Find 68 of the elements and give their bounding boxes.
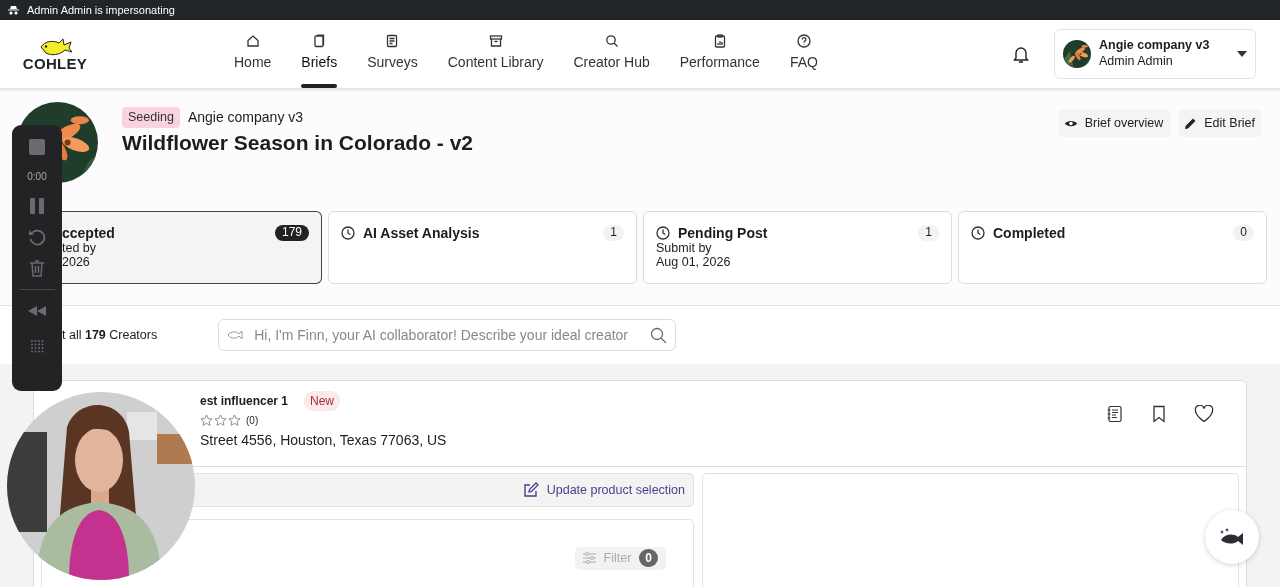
star-icon [214, 414, 227, 427]
edit-icon [522, 482, 539, 498]
stage-detail: ted by [62, 241, 97, 256]
fish-icon [1219, 527, 1245, 548]
stage-title: Pending Post [678, 225, 768, 242]
nav-tab[interactable]: Content Library [447, 20, 544, 88]
new-tag: New [304, 391, 341, 411]
fish-icon [227, 330, 245, 340]
stage-card[interactable]: ccepted 179 ted by 2026 [62, 211, 322, 284]
pencil-icon [1185, 117, 1197, 129]
search-icon [604, 34, 619, 48]
recording-time: 0:00 [27, 170, 47, 184]
nav-tab[interactable]: Briefs [301, 20, 338, 88]
notification-bell-icon[interactable] [1012, 44, 1030, 64]
stage-detail: Aug 01, 2026 [656, 255, 731, 270]
account-menu[interactable]: Angie company v3 Admin Admin [1054, 29, 1256, 79]
restart-icon[interactable] [28, 228, 46, 246]
edit-button[interactable]: Edit Brief [1178, 110, 1262, 137]
stage-card[interactable]: Pending Post 1 Submit by Aug 01, 2026 [643, 211, 952, 284]
nav-tab[interactable]: Performance [679, 20, 760, 88]
caret-icon [1237, 51, 1247, 57]
company-name: Angie company v3 [187, 108, 304, 127]
count-badge: 179 [274, 225, 309, 241]
count-badge: 1 [918, 225, 939, 241]
nav-tab[interactable]: Surveys [367, 20, 418, 88]
nav-tab[interactable]: Home [234, 20, 272, 88]
stage-detail: Submit by [656, 241, 712, 256]
heart-icon[interactable] [1194, 405, 1214, 423]
status-tag: Seeding [122, 107, 180, 128]
stage-card[interactable]: AI Asset Analysis 1 [328, 211, 637, 284]
archive-icon [488, 34, 503, 48]
stage-title: Completed [993, 225, 1066, 242]
clipboard-chart-icon [712, 34, 727, 48]
dots-grid-icon[interactable] [29, 338, 45, 354]
count-badge: 1 [603, 225, 624, 241]
stage-card[interactable]: Completed 0 [958, 211, 1267, 284]
stage-title: AI Asset Analysis [363, 225, 480, 242]
rating-count: (0) [246, 414, 259, 428]
brief-title: Wildflower Season in Colorado - v2 [122, 130, 474, 156]
search-icon [650, 326, 668, 344]
company-name: Angie company v3 [1099, 38, 1210, 54]
search-field[interactable]: Hi, I'm Finn, your AI collaborator! Describe your ideal creator [218, 319, 677, 351]
trash-icon[interactable] [30, 260, 44, 277]
update-product-link[interactable]: Update product selection [522, 480, 685, 500]
sliders-icon [582, 552, 596, 565]
documents-icon [312, 34, 327, 48]
stage-title: ccepted [62, 225, 115, 242]
bookmark-icon[interactable] [1150, 405, 1168, 423]
logo[interactable]: COHLEY [24, 37, 86, 71]
creator-address: Street 4556, Houston, Texas 77063, US [200, 431, 447, 450]
stage-detail: 2026 [62, 255, 90, 270]
nav-tab[interactable]: Creator Hub [573, 20, 650, 88]
star-icon [200, 414, 213, 427]
select-all-text: t all 179 Creators [62, 326, 158, 344]
impersonation-text: Admin Admin is impersonating [27, 2, 175, 18]
nav-tab[interactable]: FAQ [789, 20, 818, 88]
overview-button[interactable]: Brief overview [1057, 110, 1171, 137]
document-icon [385, 34, 400, 48]
eye-icon [1064, 118, 1077, 128]
pause-icon[interactable] [30, 198, 44, 214]
count-badge: 0 [1233, 225, 1254, 241]
user-name: Admin Admin [1099, 54, 1174, 70]
creator-name: est influencer 1 [200, 393, 289, 410]
notebook-icon[interactable] [1106, 405, 1124, 423]
spy-icon [8, 5, 19, 15]
home-icon [245, 34, 260, 48]
star-icon [228, 414, 241, 427]
help-icon [796, 34, 811, 48]
